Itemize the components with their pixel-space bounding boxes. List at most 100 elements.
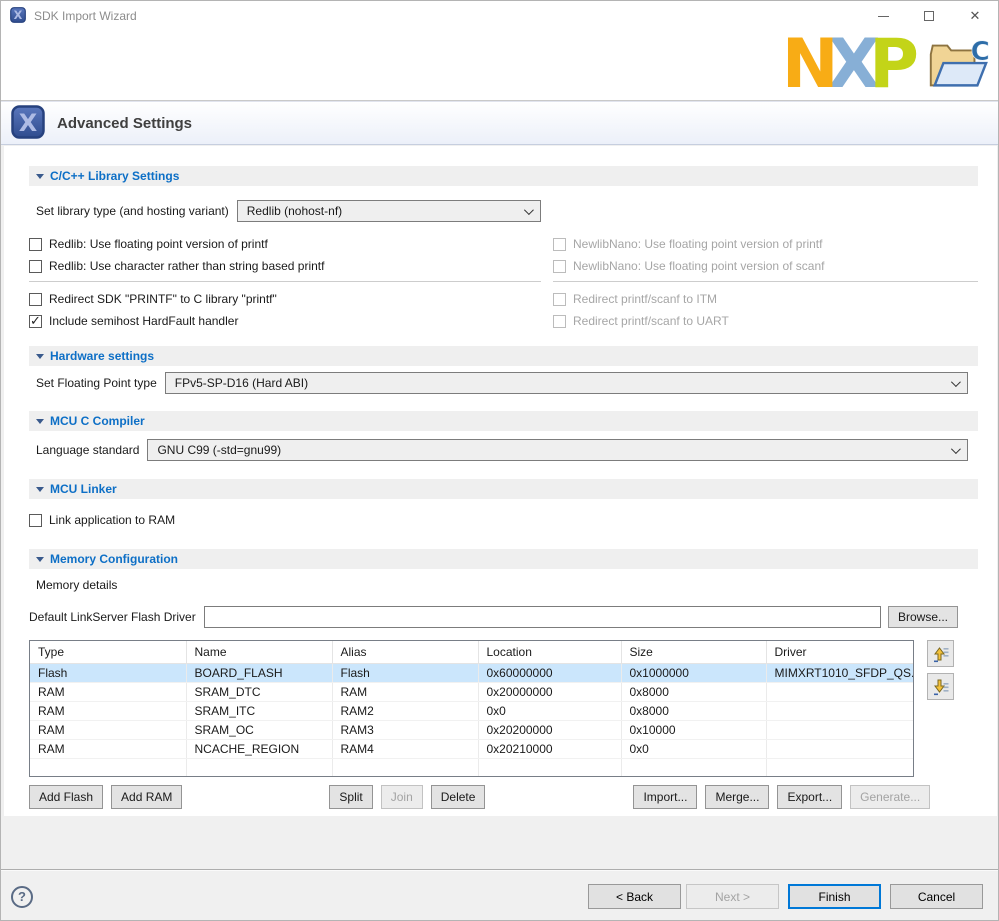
add-ram-button[interactable]: Add RAM	[111, 785, 182, 809]
checkbox-include-semihost-hardfault[interactable]: Include semihost HardFault handler	[29, 310, 541, 332]
section-title: MCU Linker	[50, 482, 117, 496]
chevron-down-icon	[951, 444, 961, 454]
checkbox-icon	[553, 315, 566, 328]
column-header-type[interactable]: Type	[30, 641, 186, 663]
table-row-sram-itc[interactable]: RAM SRAM_ITC RAM2 0x0 0x8000	[30, 701, 914, 720]
nxp-logo: NXP C	[782, 33, 990, 97]
checkbox-icon[interactable]	[29, 238, 42, 251]
table-row-sram-oc[interactable]: RAM SRAM_OC RAM3 0x20200000 0x10000	[30, 720, 914, 739]
back-button[interactable]: < Back	[588, 884, 681, 909]
collapse-triangle-icon	[36, 354, 44, 359]
merge-button[interactable]: Merge...	[705, 785, 769, 809]
library-type-label: Set library type (and hosting variant)	[36, 204, 229, 218]
checkbox-icon[interactable]	[29, 260, 42, 273]
table-row-ncache-region[interactable]: RAM NCACHE_REGION RAM4 0x20210000 0x0	[30, 739, 914, 758]
logo-band: NXP C	[1, 31, 998, 101]
section-mcu-c-compiler[interactable]: MCU C Compiler	[29, 411, 978, 431]
section-memory-configuration[interactable]: Memory Configuration	[29, 549, 978, 569]
column-header-location[interactable]: Location	[478, 641, 621, 663]
generate-button: Generate...	[850, 785, 930, 809]
checkbox-link-application-to-ram[interactable]: Link application to RAM	[29, 509, 978, 531]
collapse-triangle-icon	[36, 557, 44, 562]
split-button[interactable]: Split	[329, 785, 372, 809]
section-title: Memory Configuration	[50, 552, 178, 566]
flash-driver-input[interactable]	[204, 606, 881, 628]
cancel-button[interactable]: Cancel	[890, 884, 983, 909]
folder-letter-c: C	[971, 37, 990, 67]
close-button[interactable]: ✕	[952, 1, 998, 31]
language-standard-row: Language standard GNU C99 (-std=gnu99)	[29, 439, 968, 461]
fpu-combobox[interactable]: FPv5-SP-D16 (Hard ABI)	[165, 372, 968, 394]
checkbox-icon	[553, 260, 566, 273]
checkbox-icon[interactable]	[29, 293, 42, 306]
table-row-board-flash[interactable]: Flash BOARD_FLASH Flash 0x60000000 0x100…	[30, 663, 914, 682]
fpu-row: Set Floating Point type FPv5-SP-D16 (Har…	[29, 372, 968, 394]
column-header-driver[interactable]: Driver	[766, 641, 914, 663]
section-title: C/C++ Library Settings	[50, 169, 179, 183]
close-icon: ✕	[970, 8, 981, 24]
library-type-combobox[interactable]: Redlib (nohost-nf)	[237, 200, 541, 222]
checkbox-icon	[553, 293, 566, 306]
combobox-value: Redlib (nohost-nf)	[247, 204, 516, 218]
chevron-down-icon	[951, 377, 961, 387]
help-button[interactable]: ?	[11, 886, 33, 908]
memory-table: Type Name Alias Location Size Driver Fla…	[29, 640, 914, 777]
checkbox-redlib-char-printf[interactable]: Redlib: Use character rather than string…	[29, 255, 541, 277]
checkbox-redirect-itm: Redirect printf/scanf to ITM	[553, 288, 978, 310]
move-up-button[interactable]	[927, 640, 954, 667]
section-library-settings[interactable]: C/C++ Library Settings	[29, 166, 978, 186]
checkbox-redirect-sdk-printf[interactable]: Redirect SDK "PRINTF" to C library "prin…	[29, 288, 541, 310]
checkbox-newlibnano-float-printf: NewlibNano: Use floating point version o…	[553, 233, 978, 255]
collapse-triangle-icon	[36, 174, 44, 179]
flash-driver-label: Default LinkServer Flash Driver	[29, 610, 196, 624]
add-flash-button[interactable]: Add Flash	[29, 785, 103, 809]
memory-table-region: Type Name Alias Location Size Driver Fla…	[29, 640, 978, 777]
window-title: SDK Import Wizard	[34, 9, 137, 23]
library-checkbox-grid: Redlib: Use floating point version of pr…	[29, 233, 978, 332]
language-standard-combobox[interactable]: GNU C99 (-std=gnu99)	[147, 439, 968, 461]
section-hardware-settings[interactable]: Hardware settings	[29, 346, 978, 366]
svg-text:X: X	[19, 109, 38, 137]
checkbox-icon	[553, 238, 566, 251]
maximize-button[interactable]	[906, 1, 952, 31]
column-header-name[interactable]: Name	[186, 641, 332, 663]
mcuxpresso-wizard-icon: X	[11, 105, 45, 142]
column-header-alias[interactable]: Alias	[332, 641, 478, 663]
import-button[interactable]: Import...	[633, 785, 697, 809]
checkbox-checked-icon[interactable]	[29, 315, 42, 328]
checkbox-newlibnano-float-scanf: NewlibNano: Use floating point version o…	[553, 255, 978, 277]
mcuxpresso-app-icon: X	[10, 7, 26, 26]
combobox-value: GNU C99 (-std=gnu99)	[157, 443, 943, 457]
column-header-size[interactable]: Size	[621, 641, 766, 663]
move-down-button[interactable]	[927, 673, 954, 700]
export-button[interactable]: Export...	[777, 785, 842, 809]
library-type-row: Set library type (and hosting variant) R…	[29, 200, 978, 222]
section-mcu-linker[interactable]: MCU Linker	[29, 479, 978, 499]
memory-action-buttons: Add Flash Add RAM Split Join Delete Impo…	[29, 785, 978, 809]
row-move-buttons	[927, 640, 954, 777]
divider	[29, 281, 541, 288]
section-title: Hardware settings	[50, 349, 154, 363]
browse-button[interactable]: Browse...	[888, 606, 958, 628]
table-row-sram-dtc[interactable]: RAM SRAM_DTC RAM 0x20000000 0x8000	[30, 682, 914, 701]
wizard-header: X Advanced Settings	[1, 101, 998, 145]
language-standard-label: Language standard	[36, 443, 139, 457]
section-title: MCU C Compiler	[50, 414, 145, 428]
chevron-down-icon	[524, 205, 534, 215]
memory-details-label: Memory details	[29, 578, 978, 592]
move-up-icon	[931, 644, 950, 663]
table-row-empty	[30, 758, 914, 777]
nxp-letter-n: N	[782, 25, 828, 104]
nxp-letter-x: X	[828, 25, 869, 104]
minimize-icon	[878, 16, 889, 17]
question-mark-icon: ?	[18, 889, 26, 904]
flash-driver-row: Default LinkServer Flash Driver Browse..…	[29, 606, 958, 628]
checkbox-redirect-uart: Redirect printf/scanf to UART	[553, 310, 978, 332]
checkbox-redlib-float-printf[interactable]: Redlib: Use floating point version of pr…	[29, 233, 541, 255]
collapse-triangle-icon	[36, 487, 44, 492]
delete-button[interactable]: Delete	[431, 785, 486, 809]
fpu-label: Set Floating Point type	[36, 376, 157, 390]
finish-button[interactable]: Finish	[788, 884, 881, 909]
svg-text:X: X	[14, 9, 23, 22]
checkbox-icon[interactable]	[29, 514, 42, 527]
